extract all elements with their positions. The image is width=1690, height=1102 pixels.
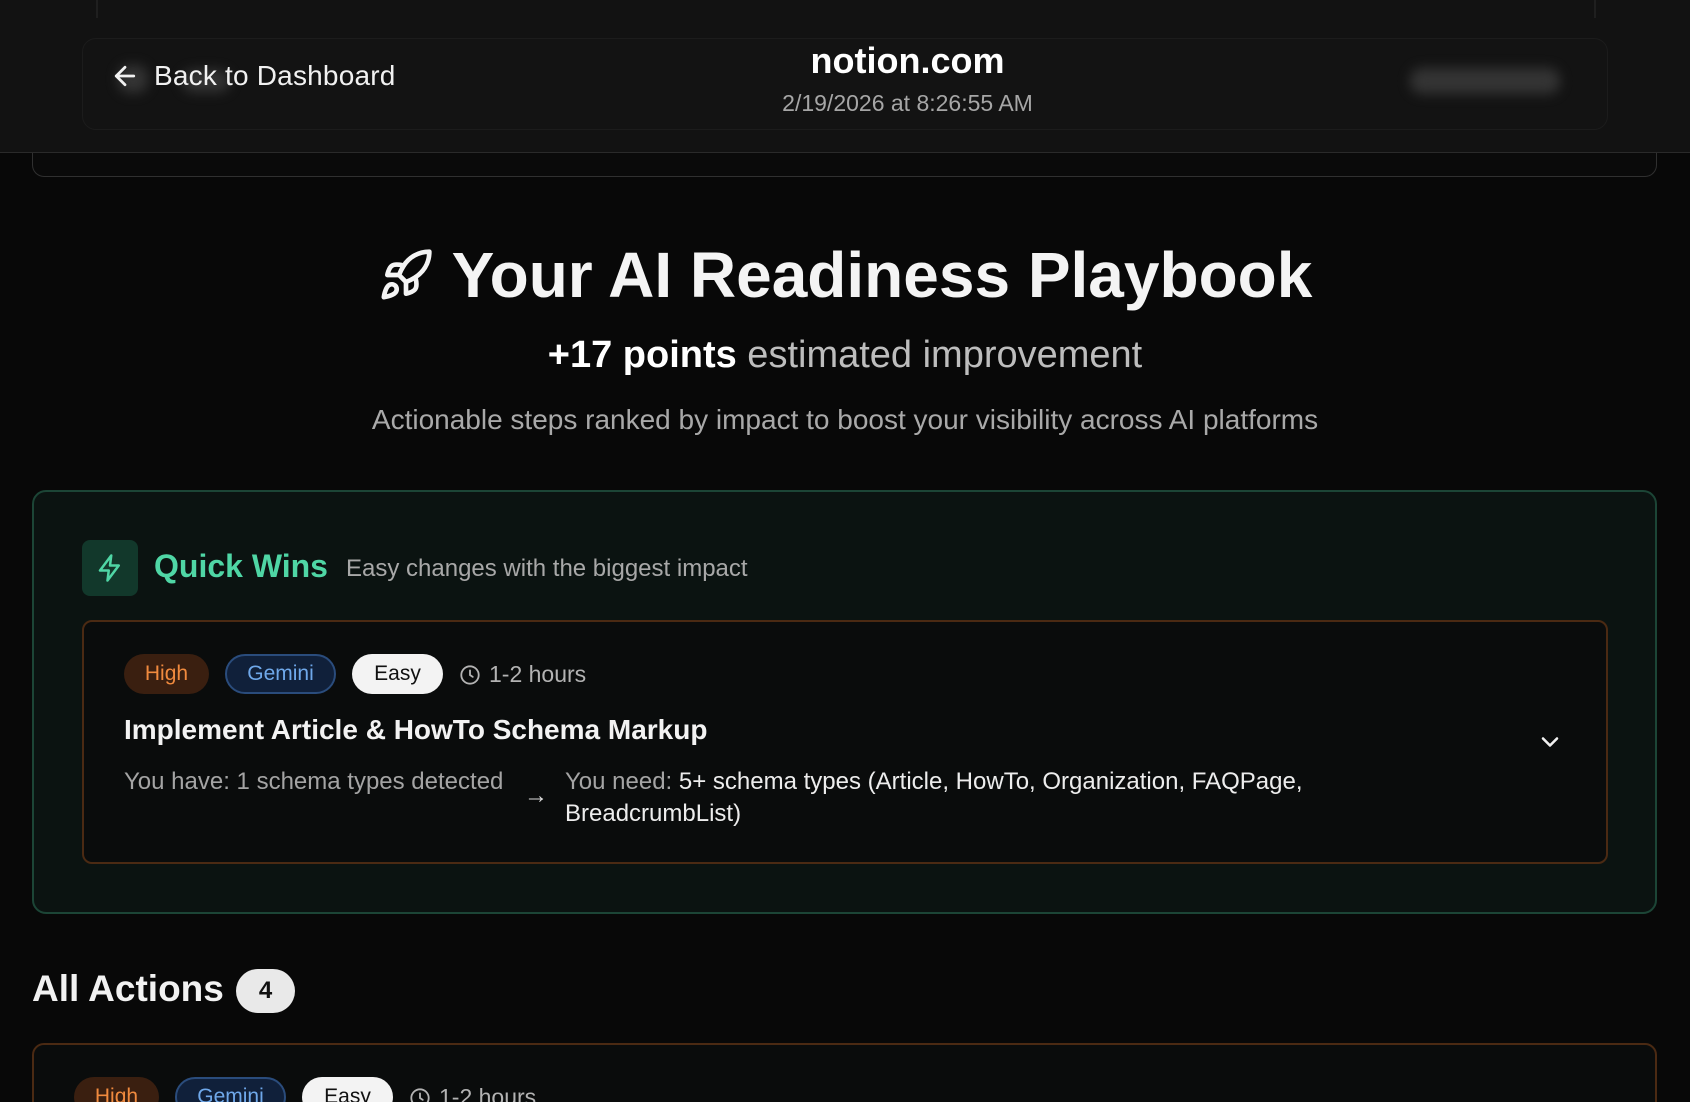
card-bottom-edge	[32, 153, 1657, 177]
chevron-down-icon[interactable]	[1536, 728, 1564, 756]
need-label: You need:	[565, 768, 673, 795]
page-header: Back to Dashboard notion.com 2/19/2026 a…	[0, 0, 1690, 153]
action-title: Implement Article & HowTo Schema Markup	[124, 714, 708, 745]
blurred-element	[1410, 68, 1560, 94]
need-value: 5+ schema types (Article, HowTo, Organiz…	[565, 768, 1303, 827]
page-title: Your AI Readiness Playbook	[0, 238, 1690, 312]
platform-badge: Gemini	[225, 654, 336, 694]
playbook-page: Back to Dashboard notion.com 2/19/2026 a…	[0, 0, 1690, 1102]
time-estimate-text: 1-2 hours	[489, 661, 587, 687]
lightning-icon	[98, 554, 120, 582]
clock-icon	[460, 664, 480, 685]
priority-badge: High	[74, 1077, 159, 1102]
estimated-improvement: +17 points estimated improvement	[0, 334, 1690, 377]
quick-wins-icon-box	[82, 540, 138, 596]
header-edge	[1594, 0, 1596, 18]
clock-icon	[410, 1087, 430, 1102]
header-edge	[96, 0, 98, 18]
rocket-icon	[381, 249, 432, 300]
analysis-timestamp: 2/19/2026 at 8:26:55 AM	[782, 90, 1033, 116]
platform-badge: Gemini	[175, 1077, 286, 1102]
current-state: You have: 1 schema types detected	[124, 766, 504, 798]
actions-count-badge: 4	[236, 969, 295, 1013]
arrow-right-icon: →	[524, 782, 548, 809]
page-subtitle: Actionable steps ranked by impact to boo…	[371, 404, 1319, 435]
quick-wins-title: Quick Wins	[154, 548, 328, 584]
difficulty-badge: Easy	[352, 654, 443, 694]
time-estimate: 1-2 hours	[409, 1084, 536, 1102]
all-actions-title: All Actions	[32, 968, 224, 1009]
have-value: 1 schema types detected	[229, 768, 504, 795]
improvement-points: +17 points	[547, 334, 737, 376]
difficulty-badge: Easy	[302, 1077, 393, 1102]
improvement-label: estimated improvement	[736, 334, 1143, 376]
target-state: You need: 5+ schema types (Article, HowT…	[565, 766, 1385, 830]
quick-wins-description: Easy changes with the biggest impact	[346, 555, 748, 582]
have-label: You have:	[124, 768, 230, 795]
page-title-text: Your AI Readiness Playbook	[451, 239, 1313, 311]
time-estimate: 1-2 hours	[459, 661, 586, 688]
time-estimate-text: 1-2 hours	[439, 1084, 537, 1102]
priority-badge: High	[124, 654, 209, 694]
